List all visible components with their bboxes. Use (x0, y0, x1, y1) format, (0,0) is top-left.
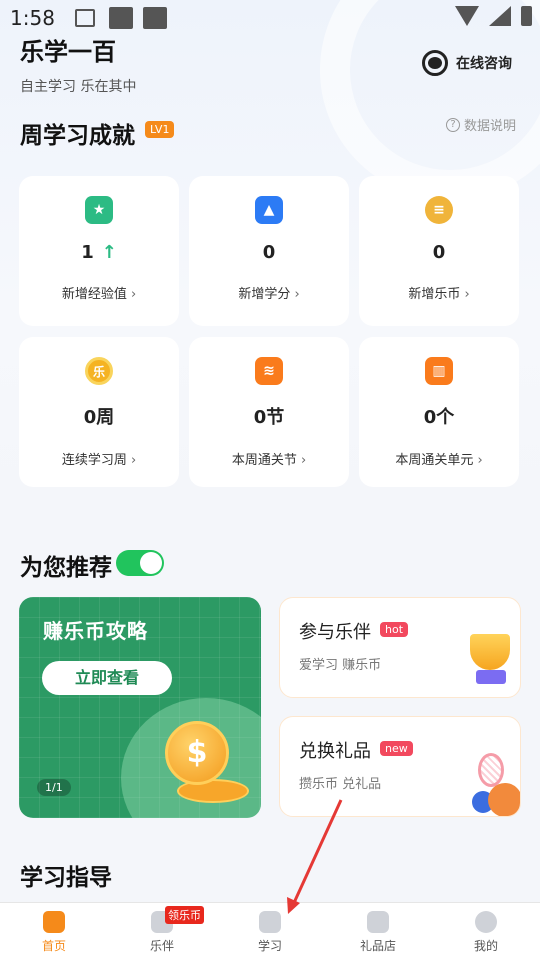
stat-value: 0周 (84, 403, 115, 429)
chevron-right-icon: › (294, 287, 300, 302)
graduation-cap-icon: ▲ (255, 196, 283, 224)
rec-title: 参与乐伴 (299, 622, 371, 643)
rec-subtitle: 爱学习 赚乐币 (299, 658, 382, 673)
data-help-link[interactable]: ? 数据说明 (446, 115, 516, 134)
racket-icon (478, 753, 504, 787)
promo-title: 赚乐币攻略 (43, 619, 148, 643)
nav-label: 首页 (41, 939, 66, 953)
signal-icon (489, 6, 511, 26)
stat-label: 新增学分 › (238, 283, 299, 302)
promo-pager: 1/1 (37, 779, 71, 796)
stat-card-credits[interactable]: ▲ 0 新增学分 › (189, 176, 349, 326)
stat-value-text: 0节 (253, 407, 285, 428)
stat-card-experience[interactable]: ★ 1 ↑ 新增经验值 › (19, 176, 179, 326)
view-now-button[interactable]: 立即查看 (42, 661, 172, 695)
stat-label: 连续学习周 › (62, 449, 136, 468)
nav-label: 我的 (473, 939, 498, 953)
battery-icon (521, 6, 532, 26)
stat-label: 新增乐币 › (408, 283, 469, 302)
nav-label: 学习 (257, 939, 282, 953)
stat-value-text: 0周 (83, 407, 115, 428)
nav-study[interactable]: 学习 (216, 903, 324, 960)
notification-icon (108, 7, 133, 29)
question-icon: ? (446, 117, 460, 132)
stat-label: 本周通关节 › (232, 449, 306, 468)
stat-card-streak[interactable]: 乐 0周 连续学习周 › (19, 337, 179, 487)
app-subtitle: 自主学习 乐在其中 (20, 79, 137, 95)
nav-label: 礼品店 (359, 939, 396, 953)
stat-label-text: 连续学习周 (61, 453, 127, 468)
stat-label-text: 本周通关单元 (395, 453, 474, 468)
rec-title: 兑换礼品 (299, 741, 371, 762)
bottom-nav: 首页 乐伴 领乐币 学习 礼品店 我的 (0, 902, 540, 960)
stat-value-text: 1 (81, 242, 94, 263)
headset-icon (422, 50, 448, 76)
home-icon (43, 911, 65, 933)
arrow-up-icon: ↑ (101, 242, 117, 263)
app-title: 乐学一百 (20, 38, 116, 66)
promo-banner[interactable]: 赚乐币攻略 立即查看 $ 1/1 (19, 597, 261, 818)
chevron-right-icon: › (130, 287, 137, 302)
stat-label: 本周通关单元 › (395, 449, 482, 468)
coin-stack-icon: ≡ (425, 196, 453, 224)
hot-badge: hot (380, 622, 409, 637)
stat-card-sections[interactable]: ≋ 0节 本周通关节 › (189, 337, 349, 487)
trophy-base (476, 670, 506, 684)
nav-home[interactable]: 首页 (0, 903, 108, 960)
notification-icon (142, 7, 167, 29)
trophy-icon (470, 634, 510, 670)
online-consult-button[interactable]: 在线咨询 (422, 50, 512, 76)
stat-value: 0 (433, 242, 446, 263)
stat-value-text: 0 (262, 242, 276, 263)
toggle-knob (140, 552, 162, 574)
rec-card-redeem-gift[interactable]: 兑换礼品 new 攒乐币 兑礼品 (279, 716, 521, 817)
chevron-right-icon: › (300, 453, 307, 468)
basketball-icon (488, 783, 520, 816)
profile-icon (475, 911, 497, 933)
chevron-right-icon: › (464, 287, 470, 302)
section-icon: ≋ (255, 357, 283, 385)
stat-value-text: 0 (432, 242, 446, 263)
study-icon (259, 911, 281, 933)
status-time: 1:58 (10, 6, 55, 30)
stat-label-text: 新增经验值 (61, 287, 127, 302)
status-bar: 1:58 (0, 0, 540, 36)
weekly-achievement-title: 周学习成就 (20, 123, 135, 149)
gallery-notification-icon (74, 9, 95, 27)
book-icon: ▥ (425, 357, 453, 385)
data-help-label: 数据说明 (464, 119, 517, 134)
nav-partner[interactable]: 乐伴 领乐币 (108, 903, 216, 960)
stat-label-text: 新增学分 (238, 287, 291, 302)
gift-shop-icon (367, 911, 389, 933)
level-badge: LV1 (145, 121, 175, 138)
study-guide-title: 学习指导 (20, 865, 112, 891)
online-consult-label: 在线咨询 (456, 56, 512, 72)
stat-value: 1 ↑ (81, 242, 117, 263)
rec-subtitle: 攒乐币 兑礼品 (299, 777, 382, 792)
stat-card-units[interactable]: ▥ 0个 本周通关单元 › (359, 337, 519, 487)
star-icon: ★ (85, 196, 113, 224)
new-badge: new (380, 741, 413, 756)
wifi-icon (455, 6, 479, 26)
dollar-coin-icon: $ (165, 721, 229, 785)
stat-label-text: 新增乐币 (408, 287, 461, 302)
recommend-toggle[interactable] (116, 550, 164, 576)
nav-gift-shop[interactable]: 礼品店 (324, 903, 432, 960)
stat-label-text: 本周通关节 (231, 453, 297, 468)
recommend-title: 为您推荐 (20, 555, 112, 581)
rec-card-join-partner[interactable]: 参与乐伴 hot 爱学习 赚乐币 (279, 597, 521, 698)
nav-mine[interactable]: 我的 (432, 903, 540, 960)
collect-coin-badge: 领乐币 (165, 906, 204, 924)
chevron-right-icon: › (130, 453, 137, 468)
stat-card-lecoin[interactable]: ≡ 0 新增乐币 › (359, 176, 519, 326)
stat-value-text: 0个 (423, 407, 455, 428)
le-coin-icon: 乐 (85, 357, 113, 385)
stat-value: 0 (263, 242, 276, 263)
chevron-right-icon: › (477, 453, 483, 468)
nav-label: 乐伴 (149, 939, 174, 953)
stat-label: 新增经验值 › (62, 283, 136, 302)
stat-value: 0个 (424, 403, 455, 429)
stat-value: 0节 (254, 403, 285, 429)
